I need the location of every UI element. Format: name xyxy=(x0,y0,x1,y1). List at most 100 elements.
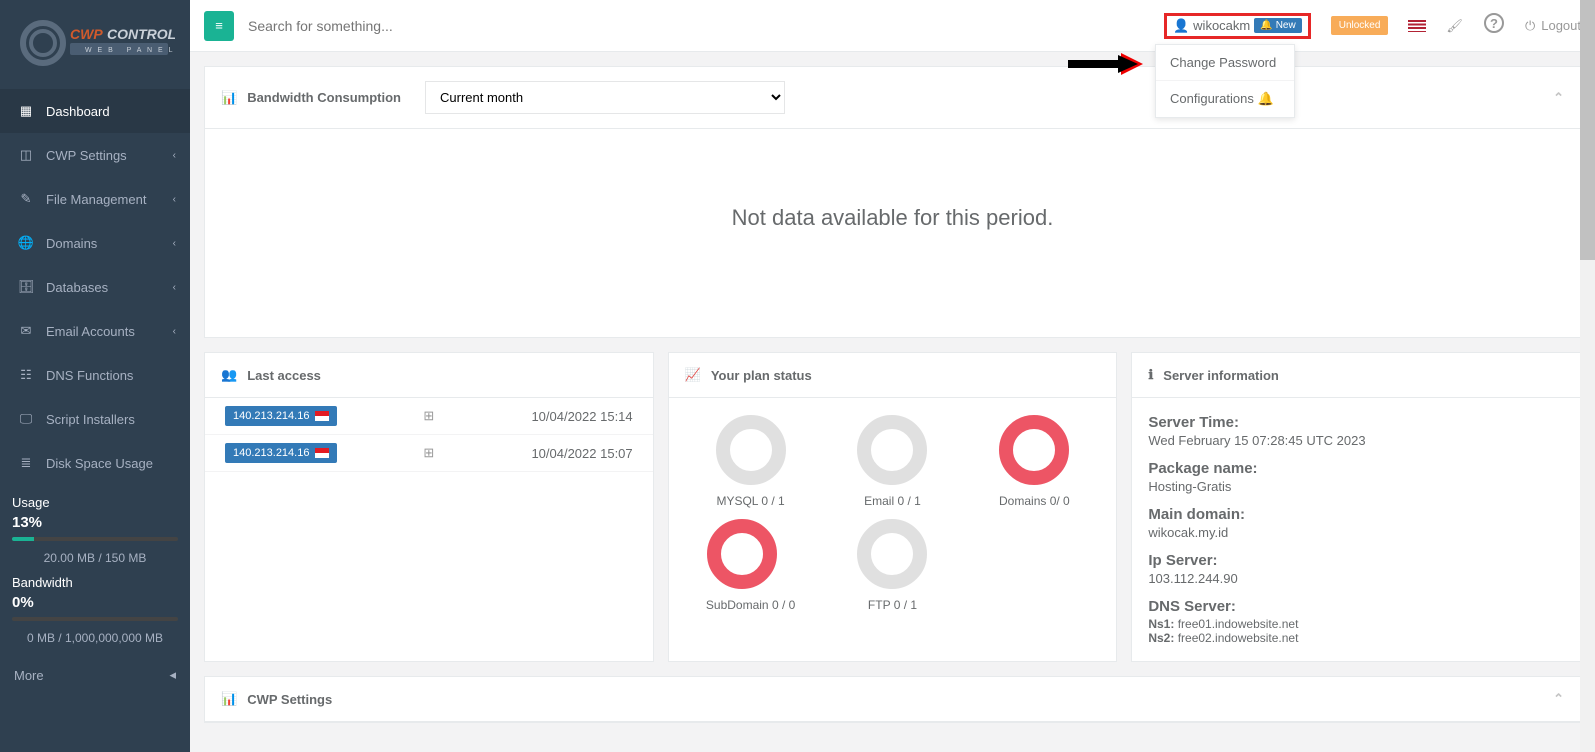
access-row: 140.213.214.16 ⊞ 10/04/2022 15:07 xyxy=(205,435,653,472)
user-dropdown: Change Password Configurations 🔔 xyxy=(1155,44,1295,118)
chart-icon: 📊 xyxy=(221,90,237,106)
us-flag-icon[interactable] xyxy=(1408,20,1426,32)
sidebar-item-disk-space[interactable]: ≣ Disk Space Usage xyxy=(0,441,190,485)
nav: ▦ Dashboard ◫ CWP Settings ‹ ✎ File Mana… xyxy=(0,89,190,485)
chart-icon: 📊 xyxy=(221,691,237,707)
donut-subdomain: SubDomain 0 / 0 xyxy=(706,518,795,612)
list-icon: ≣ xyxy=(18,455,34,471)
logo: CWP CONTROL W E B P A N E L xyxy=(0,0,190,89)
sidebar-item-label: DNS Functions xyxy=(46,368,133,383)
period-select[interactable]: Current month xyxy=(425,81,785,114)
ip-label: Ip Server: xyxy=(1148,552,1564,569)
sidebar-item-label: Script Installers xyxy=(46,412,135,427)
database-icon: 🗄 xyxy=(18,279,34,295)
usage-percent: 13% xyxy=(12,514,178,531)
globe-icon: 🌐 xyxy=(18,235,34,251)
donut-email: Email 0 / 1 xyxy=(856,414,928,508)
sidebar-item-databases[interactable]: 🗄 Databases ‹ xyxy=(0,265,190,309)
server-time-label: Server Time: xyxy=(1148,414,1564,431)
hamburger-icon: ≡ xyxy=(215,18,223,33)
sidebar-item-label: Domains xyxy=(46,236,97,251)
edit-icon: ✎ xyxy=(18,191,34,207)
chevron-left-icon: ‹ xyxy=(173,194,176,205)
last-access-panel: 👥 Last access 140.213.214.16 ⊞ 10/04/202… xyxy=(204,352,654,662)
sidebar-item-file-management[interactable]: ✎ File Management ‹ xyxy=(0,177,190,221)
chart-icon: ◫ xyxy=(18,147,34,163)
donut-mysql: MYSQL 0 / 1 xyxy=(715,414,787,508)
dns-label: DNS Server: xyxy=(1148,598,1564,615)
user-name: wikocakm xyxy=(1193,18,1250,33)
package-value: Hosting-Gratis xyxy=(1148,479,1564,494)
chevron-left-icon: ‹ xyxy=(173,150,176,161)
logout-label: Logout xyxy=(1541,18,1581,33)
sidebar-item-label: CWP Settings xyxy=(46,148,127,163)
scrollbar-thumb[interactable] xyxy=(1580,0,1595,260)
sidebar-item-label: Databases xyxy=(46,280,108,295)
info-icon: ℹ xyxy=(1148,367,1153,383)
bandwidth-bar xyxy=(12,617,178,621)
usage-label: Usage xyxy=(12,495,178,510)
sidebar-more[interactable]: More ◂ xyxy=(0,655,190,695)
bandwidth-percent: 0% xyxy=(12,594,178,611)
user-menu-button[interactable]: 👤 wikocakm 🔔 New xyxy=(1164,13,1311,39)
bell-icon: 🔔 xyxy=(1257,91,1273,106)
no-data-message: Not data available for this period. xyxy=(221,145,1564,321)
access-date: 10/04/2022 15:07 xyxy=(469,446,633,461)
svg-text:?: ? xyxy=(1490,16,1498,31)
help-icon[interactable]: ? xyxy=(1483,12,1505,40)
usage-bar xyxy=(12,537,178,541)
package-label: Package name: xyxy=(1148,460,1564,477)
panel-title: Last access xyxy=(247,368,321,383)
ip-badge[interactable]: 140.213.214.16 xyxy=(225,443,337,463)
bandwidth-text: 0 MB / 1,000,000,000 MB xyxy=(12,631,178,645)
sidebar-item-domains[interactable]: 🌐 Domains ‹ xyxy=(0,221,190,265)
domain-value: wikocak.my.id xyxy=(1148,525,1564,540)
panel-title: Your plan status xyxy=(711,368,812,383)
chevron-up-icon[interactable]: ⌃ xyxy=(1553,90,1564,106)
ip-badge[interactable]: 140.213.214.16 xyxy=(225,406,337,426)
chevron-left-icon: ‹ xyxy=(173,326,176,337)
sidebar-item-dns-functions[interactable]: ☷ DNS Functions xyxy=(0,353,190,397)
chart-icon: 📈 xyxy=(685,367,701,383)
user-icon: 👤 xyxy=(1173,18,1189,34)
bandwidth-label: Bandwidth xyxy=(12,575,178,590)
sidebar-item-label: Email Accounts xyxy=(46,324,135,339)
chevron-left-icon: ‹ xyxy=(173,282,176,293)
windows-icon: ⊞ xyxy=(389,445,469,461)
chevron-up-icon[interactable]: ⌃ xyxy=(1553,691,1564,707)
sidebar-item-dashboard[interactable]: ▦ Dashboard xyxy=(0,89,190,133)
new-badge: 🔔 New xyxy=(1254,18,1301,33)
menu-toggle-button[interactable]: ≡ xyxy=(204,11,234,41)
logout-button[interactable]: ⏻ Logout xyxy=(1525,18,1581,34)
domain-label: Main domain: xyxy=(1148,506,1564,523)
annotation-arrow xyxy=(1063,50,1143,81)
sidebar-item-cwp-settings[interactable]: ◫ CWP Settings ‹ xyxy=(0,133,190,177)
sidebar-item-email-accounts[interactable]: ✉ Email Accounts ‹ xyxy=(0,309,190,353)
sidebar-item-script-installers[interactable]: 🖵 Script Installers xyxy=(0,397,190,441)
server-info-panel: ℹ Server information Server Time: Wed Fe… xyxy=(1131,352,1581,662)
usage-block: Usage 13% 20.00 MB / 150 MB Bandwidth 0%… xyxy=(0,485,190,655)
usage-text: 20.00 MB / 150 MB xyxy=(12,551,178,565)
panel-title: Bandwidth Consumption xyxy=(247,90,401,105)
ip-value: 103.112.244.90 xyxy=(1148,571,1564,586)
more-label: More xyxy=(14,668,44,683)
search-input[interactable] xyxy=(248,18,528,34)
id-flag-icon xyxy=(315,448,329,458)
brush-icon[interactable]: 🖌 xyxy=(1446,18,1463,34)
access-date: 10/04/2022 15:14 xyxy=(469,409,633,424)
panel-title: Server information xyxy=(1163,368,1279,383)
dropdown-configurations[interactable]: Configurations 🔔 xyxy=(1156,81,1294,117)
server-time-value: Wed February 15 07:28:45 UTC 2023 xyxy=(1148,433,1564,448)
dns-icon: ☷ xyxy=(18,367,34,383)
dropdown-change-password[interactable]: Change Password xyxy=(1156,45,1294,81)
plan-status-panel: 📈 Your plan status MYSQL 0 / 1 Email 0 / xyxy=(668,352,1118,662)
sidebar: CWP CONTROL W E B P A N E L ▦ Dashboard … xyxy=(0,0,190,752)
bell-icon: 🔔 xyxy=(1260,20,1272,31)
scrollbar[interactable] xyxy=(1580,0,1595,752)
sidebar-item-label: File Management xyxy=(46,192,146,207)
chevron-left-icon: ‹ xyxy=(173,238,176,249)
bandwidth-panel: 📊 Bandwidth Consumption Current month ⌃ … xyxy=(204,66,1581,338)
donut-ftp: FTP 0 / 1 xyxy=(856,518,928,612)
envelope-icon: ✉ xyxy=(18,323,34,339)
unlocked-badge[interactable]: Unlocked xyxy=(1331,16,1389,35)
